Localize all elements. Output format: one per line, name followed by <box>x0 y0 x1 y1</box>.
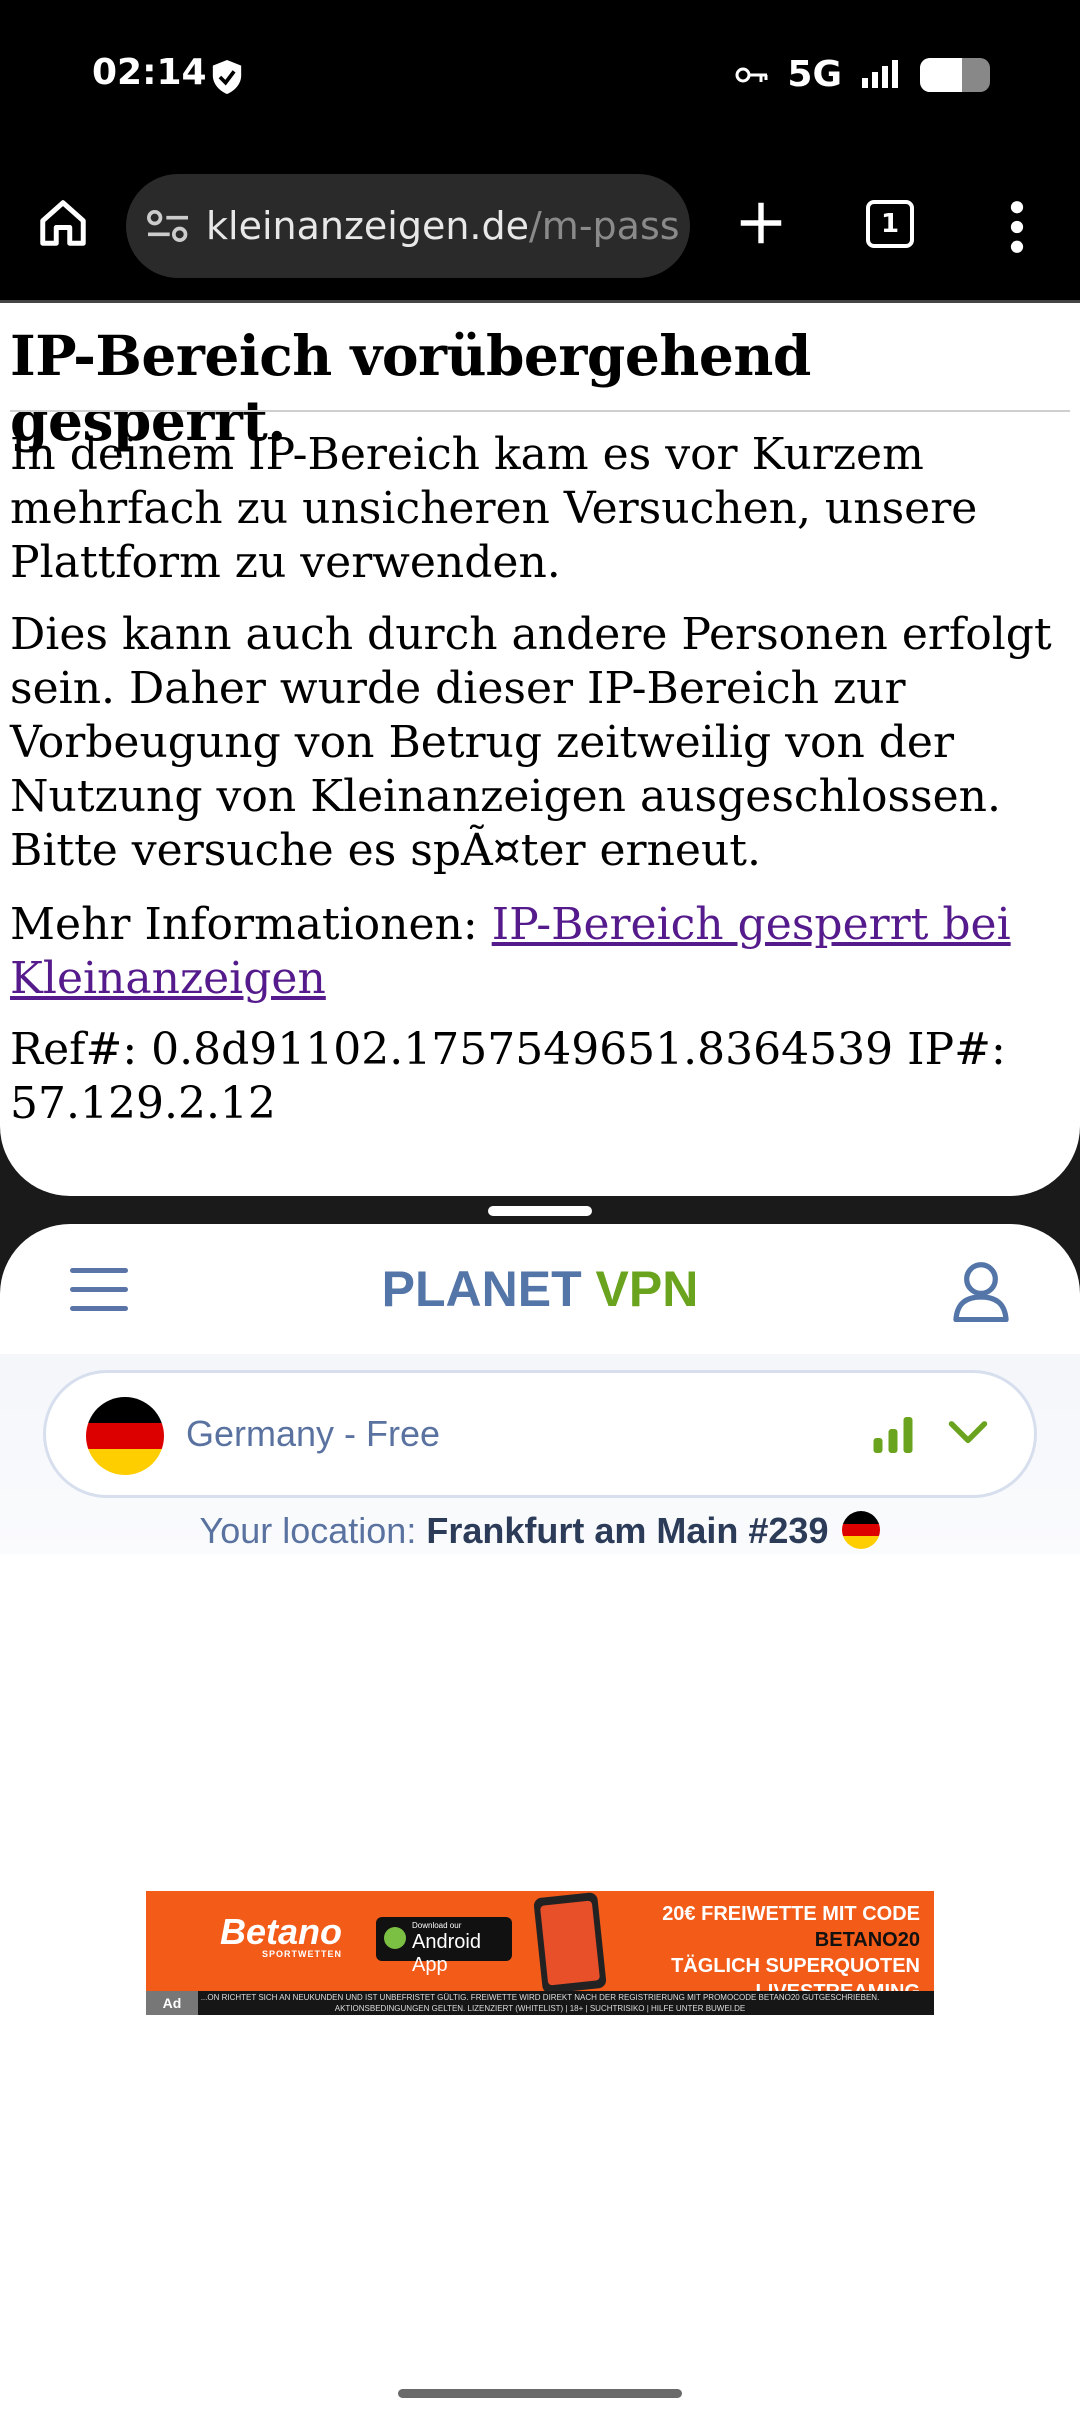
server-selector[interactable]: Germany - Free <box>43 1370 1037 1498</box>
more-info-label: Mehr Informationen: <box>10 899 492 950</box>
browser-toolbar: kleinanzeigen.de/m-pass 1 <box>0 160 1080 303</box>
disclaimer-line-2: AKTIONSBEDINGUNGEN GELTEN. LIZENZIERT (W… <box>334 2004 746 2013</box>
selected-country: Germany - Free <box>186 1413 441 1454</box>
user-profile-icon[interactable] <box>952 1260 1010 1322</box>
disclaimer-line-1: ...ON RICHTET SICH AN NEUKUNDEN UND IST … <box>200 1993 880 2002</box>
home-icon[interactable] <box>36 196 90 250</box>
ad-banner[interactable]: Betano SPORTWETTEN Download our Android Ap… <box>146 1891 934 2015</box>
paragraph-2: Dies kann auch durch andere Personen erf… <box>10 609 1052 876</box>
store-small: Download our <box>412 1921 462 1930</box>
vpn-app: PLANET VPN Germany - Free Your location:… <box>0 1224 1080 2424</box>
paragraph-1: In deinem IP-Bereich kam es vor Kurzem m… <box>10 429 978 588</box>
location-label: Your location: <box>199 1510 417 1551</box>
reference-text: Ref#: 0.8d91102.1757549651.8364539 IP#: … <box>10 1024 1006 1129</box>
brand-part-1: PLANET <box>381 1261 582 1317</box>
status-icons: 5G <box>735 54 990 95</box>
url-path: /m-pass <box>529 204 680 248</box>
gesture-bar[interactable] <box>398 2389 682 2398</box>
ad-brand-logo: Betano SPORTWETTEN <box>220 1911 342 1959</box>
signal-strength-icon <box>873 1417 913 1453</box>
divider <box>10 410 1070 412</box>
split-screen-handle[interactable] <box>488 1206 592 1216</box>
app-logo: PLANET VPN <box>0 1260 1080 1318</box>
ad-disclaimer: ...ON RICHTET SICH AN NEUKUNDEN UND IST … <box>146 1991 934 2015</box>
ad-choices-icon[interactable]: Ad <box>146 1991 198 2015</box>
germany-flag-icon <box>86 1397 164 1475</box>
new-tab-icon[interactable] <box>734 196 788 250</box>
battery-icon <box>920 57 990 92</box>
address-bar[interactable]: kleinanzeigen.de/m-pass <box>126 174 690 278</box>
chevron-down-icon[interactable] <box>946 1413 990 1453</box>
shield-check-icon <box>212 60 242 94</box>
more-info: Mehr Informationen: IP-Bereich gesperrt … <box>10 898 1070 1006</box>
web-page: IP-Bereich vorübergehend gesperrt. In de… <box>0 303 1080 1196</box>
site-settings-icon[interactable] <box>144 206 192 246</box>
store-big: Android App <box>412 1931 481 1976</box>
network-type: 5G <box>787 54 842 95</box>
germany-flag-icon <box>842 1511 881 1549</box>
offer-line-2: TÄGLICH SUPERQUOTEN <box>671 1955 920 1977</box>
ad-brand: Betano <box>220 1911 343 1952</box>
brand-part-2: VPN <box>595 1261 699 1317</box>
android-icon <box>384 1927 406 1949</box>
url-domain: kleinanzeigen.de <box>206 204 529 248</box>
your-location: Your location: Frankfurt am Main #239 <box>0 1510 1080 1552</box>
more-menu-icon[interactable] <box>1000 200 1034 254</box>
tab-switcher-button[interactable]: 1 <box>866 200 914 248</box>
location-value: Frankfurt am Main #239 <box>426 1510 829 1551</box>
android-app-badge: Download our Android App <box>376 1917 512 1976</box>
vpn-key-icon <box>735 67 768 82</box>
status-bar: 02:14 5G <box>0 0 1080 160</box>
ad-offer: 20€ FREIWETTE MIT CODE BETANO20 TÄGLICH … <box>600 1901 920 2005</box>
phone-image <box>533 1891 607 1995</box>
url-text: kleinanzeigen.de/m-pass <box>206 204 680 248</box>
offer-line-1: 20€ FREIWETTE MIT CODE <box>662 1903 920 1925</box>
tab-count: 1 <box>880 209 900 239</box>
signal-icon <box>862 59 898 88</box>
offer-code: BETANO20 <box>814 1929 920 1951</box>
status-time: 02:14 <box>92 52 207 93</box>
